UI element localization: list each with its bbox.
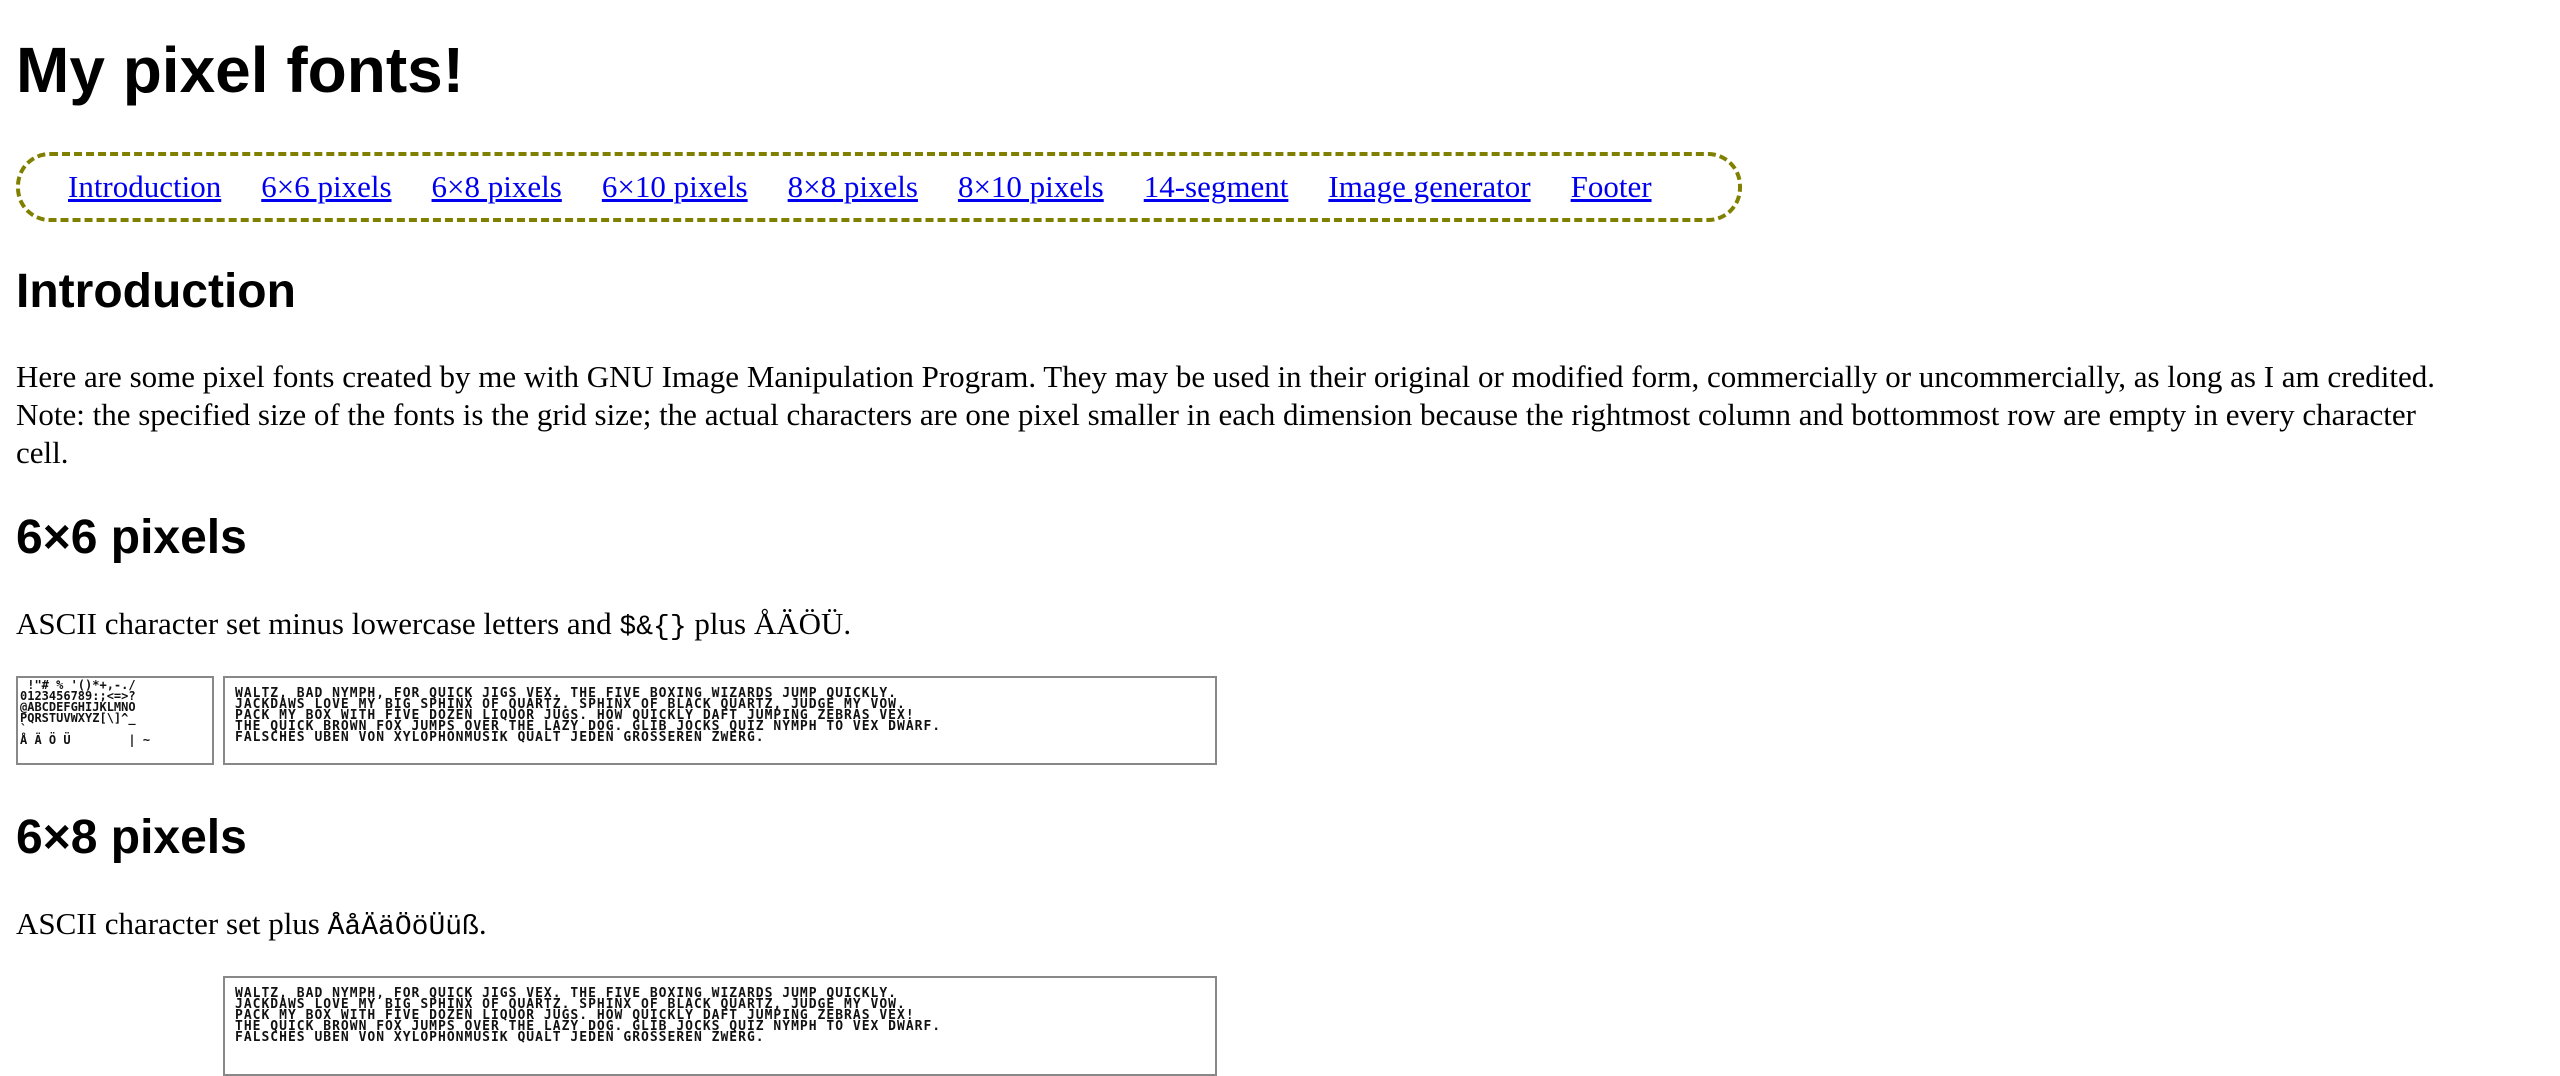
sample-line: FALSCHES UBEN VON XYLOPHONMUSIK QUALT JE… xyxy=(235,1030,765,1045)
6x8-desc-code: ÅåÄäÖöÜüß xyxy=(327,912,479,943)
section-heading-6x8: 6×8 pixels xyxy=(16,811,247,864)
section-heading-6x6: 6×6 pixels xyxy=(16,511,247,564)
6x8-description: ASCII character set plus ÅåÄäÖöÜüß. xyxy=(16,905,487,947)
section-heading-introduction: Introduction xyxy=(16,265,296,318)
6x6-desc-code: $&{} xyxy=(619,612,687,643)
6x8-sample-lines: WALTZ, BAD NYMPH, FOR QUICK JIGS VEX. TH… xyxy=(225,978,1215,1045)
charset-row: Å Ä Ö Ü | ~ xyxy=(20,733,151,747)
table-of-contents-nav: Introduction 6×6 pixels 6×8 pixels 6×10 … xyxy=(16,152,1742,222)
6x6-desc-text-end: plus ÅÄÖÜ. xyxy=(686,606,852,641)
6x6-desc-text: ASCII character set minus lowercase lett… xyxy=(16,606,620,641)
sample-line: FALSCHES UBEN VON XYLOPHONMUSIK QUALT JE… xyxy=(235,730,765,745)
nav-link-footer[interactable]: Footer xyxy=(1571,169,1652,205)
6x6-charset-image: !"# % '()*+,-./0123456789:;<=>? @ABCDEFGH… xyxy=(16,676,214,765)
6x8-desc-text: ASCII character set plus xyxy=(16,906,328,941)
nav-link-8x8-pixels[interactable]: 8×8 pixels xyxy=(788,169,918,205)
6x8-sample-text-image: WALTZ, BAD NYMPH, FOR QUICK JIGS VEX. TH… xyxy=(223,976,1217,1076)
nav-link-6x6-pixels[interactable]: 6×6 pixels xyxy=(261,169,391,205)
6x6-sample-text-image: WALTZ, BAD NYMPH, FOR QUICK JIGS VEX. TH… xyxy=(223,676,1217,765)
charset-row: PQRSTUVWXYZ[\]^_ xyxy=(20,711,136,725)
page-title: My pixel fonts! xyxy=(16,34,465,106)
nav-link-6x10-pixels[interactable]: 6×10 pixels xyxy=(602,169,748,205)
intro-paragraph: Here are some pixel fonts created by me … xyxy=(16,358,2556,472)
nav-link-introduction[interactable]: Introduction xyxy=(68,169,221,205)
intro-line-1: Here are some pixel fonts created by me … xyxy=(16,359,2435,394)
intro-line-3: cell. xyxy=(16,435,69,470)
nav-link-14-segment[interactable]: 14-segment xyxy=(1144,169,1289,205)
6x8-desc-text-end: . xyxy=(478,906,487,941)
6x6-charset-glyphs: !"# % '()*+,-./0123456789:;<=>? @ABCDEFGH… xyxy=(18,678,212,746)
6x6-sample-lines: WALTZ, BAD NYMPH, FOR QUICK JIGS VEX. TH… xyxy=(225,678,1215,745)
nav-link-6x8-pixels[interactable]: 6×8 pixels xyxy=(432,169,562,205)
6x6-description: ASCII character set minus lowercase lett… xyxy=(16,605,851,647)
intro-line-2: Note: the specified size of the fonts is… xyxy=(16,397,2416,432)
nav-link-8x10-pixels[interactable]: 8×10 pixels xyxy=(958,169,1104,205)
nav-link-image-generator[interactable]: Image generator xyxy=(1328,169,1530,205)
